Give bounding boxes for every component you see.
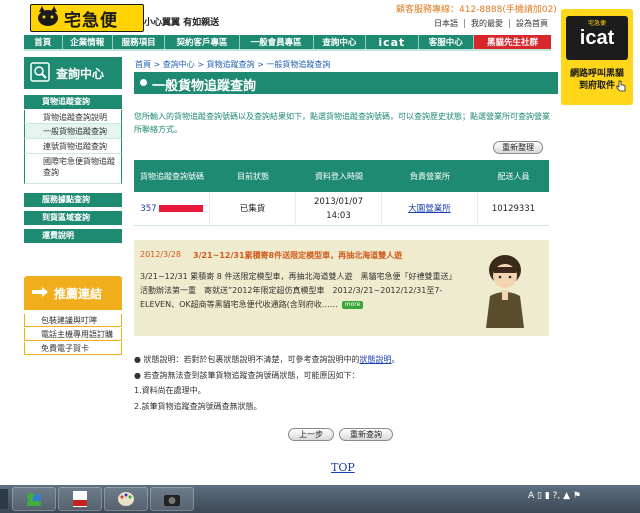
sidebar-item-international-tracking[interactable]: 國際宅急便貨物追蹤查詢 xyxy=(24,154,122,184)
taskbar-app-messenger[interactable] xyxy=(12,487,56,511)
th-courier: 配送人員 xyxy=(497,171,530,181)
status-explanation-link[interactable]: 狀態說明 xyxy=(360,355,392,364)
logo-text: 宅急便 xyxy=(64,11,118,31)
promo-item-phone[interactable]: 電話主機專用語訂購 xyxy=(24,328,122,341)
back-to-top-link[interactable]: TOP xyxy=(331,461,355,474)
system-tray[interactable]: A ▯ ▮ ?, ▲ ⚑ xyxy=(528,491,581,501)
nav-community[interactable]: 黑貓先生社群 xyxy=(473,35,551,49)
note-1-prefix: ● 狀態說明：若對於包裹狀態說明不清楚，可參考查詢說明中的 xyxy=(134,355,360,364)
top-links: 日本語 我的最愛 設為首頁 xyxy=(428,18,554,29)
top-link-homepage[interactable]: 設為首頁 xyxy=(510,19,554,28)
tracking-no-cell: 357 xyxy=(134,192,210,225)
nav-service-center[interactable]: 客服中心 xyxy=(419,35,474,49)
title-bullet-icon xyxy=(140,79,147,86)
nav-contract[interactable]: 契約客戶專區 xyxy=(165,35,240,49)
more-button[interactable]: more xyxy=(341,300,364,309)
table-row: 357 已集貨 2013/01/07 14:03 大園營業所 10129331 xyxy=(134,192,549,226)
note-line-3: 1.資料尚在處理中。 xyxy=(134,386,206,395)
sidebar-item-service-points[interactable]: 服務據點查詢 xyxy=(24,193,122,207)
news-body: 3/21~12/31 累積寄 8 件送限定模型車，再抽北海道雙人遊 黑貓宅急便「… xyxy=(140,270,460,312)
breadcrumb[interactable]: 首頁 > 查詢中心 > 貨物追蹤查詢 > 一般貨物追蹤查詢 xyxy=(135,59,330,70)
top-link-japanese[interactable]: 日本語 xyxy=(428,19,465,28)
sidebar-item-tracking-guide[interactable]: 貨物追蹤查詢說明 xyxy=(24,110,122,124)
taskbar-app-pdf[interactable] xyxy=(58,487,102,511)
icat-ad-brand: icat xyxy=(579,27,615,49)
redaction-mark xyxy=(158,205,203,212)
nav-home[interactable]: 首頁 xyxy=(24,35,63,49)
nav-company[interactable]: 企業情報 xyxy=(63,35,113,49)
tracking-no-link[interactable]: 357 xyxy=(140,202,156,216)
pointing-hand-icon xyxy=(32,287,48,297)
office-cell: 大園營業所 xyxy=(382,192,478,225)
th-office: 負責營業所 xyxy=(410,171,450,181)
nav-member[interactable]: 一般會員專區 xyxy=(240,35,314,49)
nav-query[interactable]: 查詢中心 xyxy=(314,35,367,49)
news-date: 2012/3/28 xyxy=(140,250,182,259)
paint-palette-icon xyxy=(118,492,134,506)
requery-button[interactable]: 重新查詢 xyxy=(339,428,393,441)
office-link[interactable]: 大園營業所 xyxy=(408,202,451,216)
note-line-2: ● 若查詢無法查到該筆貨物追蹤查詢號碼狀態，可能原因如下： xyxy=(134,370,360,380)
promo-title: 推薦連結 xyxy=(54,287,103,301)
icat-ad-small: 宅急便 xyxy=(587,20,606,27)
page-title: 一般貨物追蹤查詢 xyxy=(152,79,257,94)
camera-icon xyxy=(164,495,180,506)
sidebar-item-tracking[interactable]: 貨物追蹤查詢 xyxy=(24,95,122,109)
refresh-button[interactable]: 重新整理 xyxy=(493,141,543,154)
note-line-4: 2.該筆貨物追蹤查詢號碼查無狀態。 xyxy=(134,401,262,411)
courier-cell: 10129331 xyxy=(491,203,536,214)
mascot-illustration xyxy=(486,255,524,328)
th-tracking-no: 貨物追蹤查詢號碼 xyxy=(140,171,204,181)
promo-item-packing[interactable]: 包裝建議與叮嚀 xyxy=(24,314,122,327)
taskbar-app-paint[interactable] xyxy=(104,487,148,511)
notes: ● 狀態說明：若對於包裹狀態說明不清楚，可參考查詢說明中的狀態說明。 ● 若查詢… xyxy=(134,352,554,414)
taskbar-edge xyxy=(0,489,8,509)
sidebar-item-general-tracking[interactable]: 一般貨物追蹤查詢 xyxy=(24,124,122,139)
nav-icat[interactable]: icat xyxy=(366,35,419,49)
promo-item-ecard[interactable]: 免費電子賀卡 xyxy=(24,342,122,355)
slogan: 小心翼翼 有如親送 xyxy=(144,18,220,28)
date-value: 2013/01/07 xyxy=(314,196,363,207)
nav-divider xyxy=(24,49,551,51)
intro-text: 您所輸入的貨物追蹤查詢號碼以及查詢結果如下，點選貨物追蹤查詢號碼，可以查詢歷史狀… xyxy=(134,112,550,134)
nav-services[interactable]: 服務項目 xyxy=(113,35,166,49)
th-date: 資料登入時間 xyxy=(315,171,363,181)
news-body-text: 3/21~12/31 累積寄 8 件送限定模型車，再抽北海道雙人遊 黑貓宅急便「… xyxy=(140,272,457,309)
news-title[interactable]: 3/21~12/31累積寄8件送限定模型車，再抽北海道雙人遊 xyxy=(193,250,402,261)
status-cell: 已集貨 xyxy=(210,192,296,225)
taskbar-app-camera[interactable] xyxy=(150,487,194,511)
note-line-1: ● 狀態說明：若對於包裹狀態說明不清楚，可參考查詢說明中的狀態說明。 xyxy=(134,352,554,368)
note-1-suffix: 。 xyxy=(391,355,400,364)
black-cat-logo-icon xyxy=(38,6,58,26)
time-value: 14:03 xyxy=(326,210,351,221)
search-icon xyxy=(30,62,50,82)
pdf-icon xyxy=(73,491,87,507)
back-button[interactable]: 上一步 xyxy=(288,428,334,441)
sidebar-item-shipping-fee[interactable]: 運費說明 xyxy=(24,229,122,243)
messenger-icon xyxy=(27,493,41,506)
sidebar-item-delivery-area[interactable]: 到貨區域查詢 xyxy=(24,211,122,225)
sidebar-item-serial-tracking[interactable]: 連號貨物追蹤查詢 xyxy=(24,139,122,154)
th-status: 目前狀態 xyxy=(237,171,269,181)
hand-cursor-icon xyxy=(616,80,626,92)
top-link-favorites[interactable]: 我的最愛 xyxy=(465,19,510,28)
tracking-table-header: 貨物追蹤查詢號碼 目前狀態 資料登入時間 負責營業所 配送人員 xyxy=(134,160,549,192)
hotline: 顧客服務專線：412-8888(手機請加02) xyxy=(396,5,557,15)
sidebar-title: 查詢中心 xyxy=(56,67,105,81)
date-cell: 2013/01/07 14:03 xyxy=(296,192,382,225)
main-nav: 首頁 企業情報 服務項目 契約客戶專區 一般會員專區 查詢中心 icat 客服中… xyxy=(24,35,551,49)
